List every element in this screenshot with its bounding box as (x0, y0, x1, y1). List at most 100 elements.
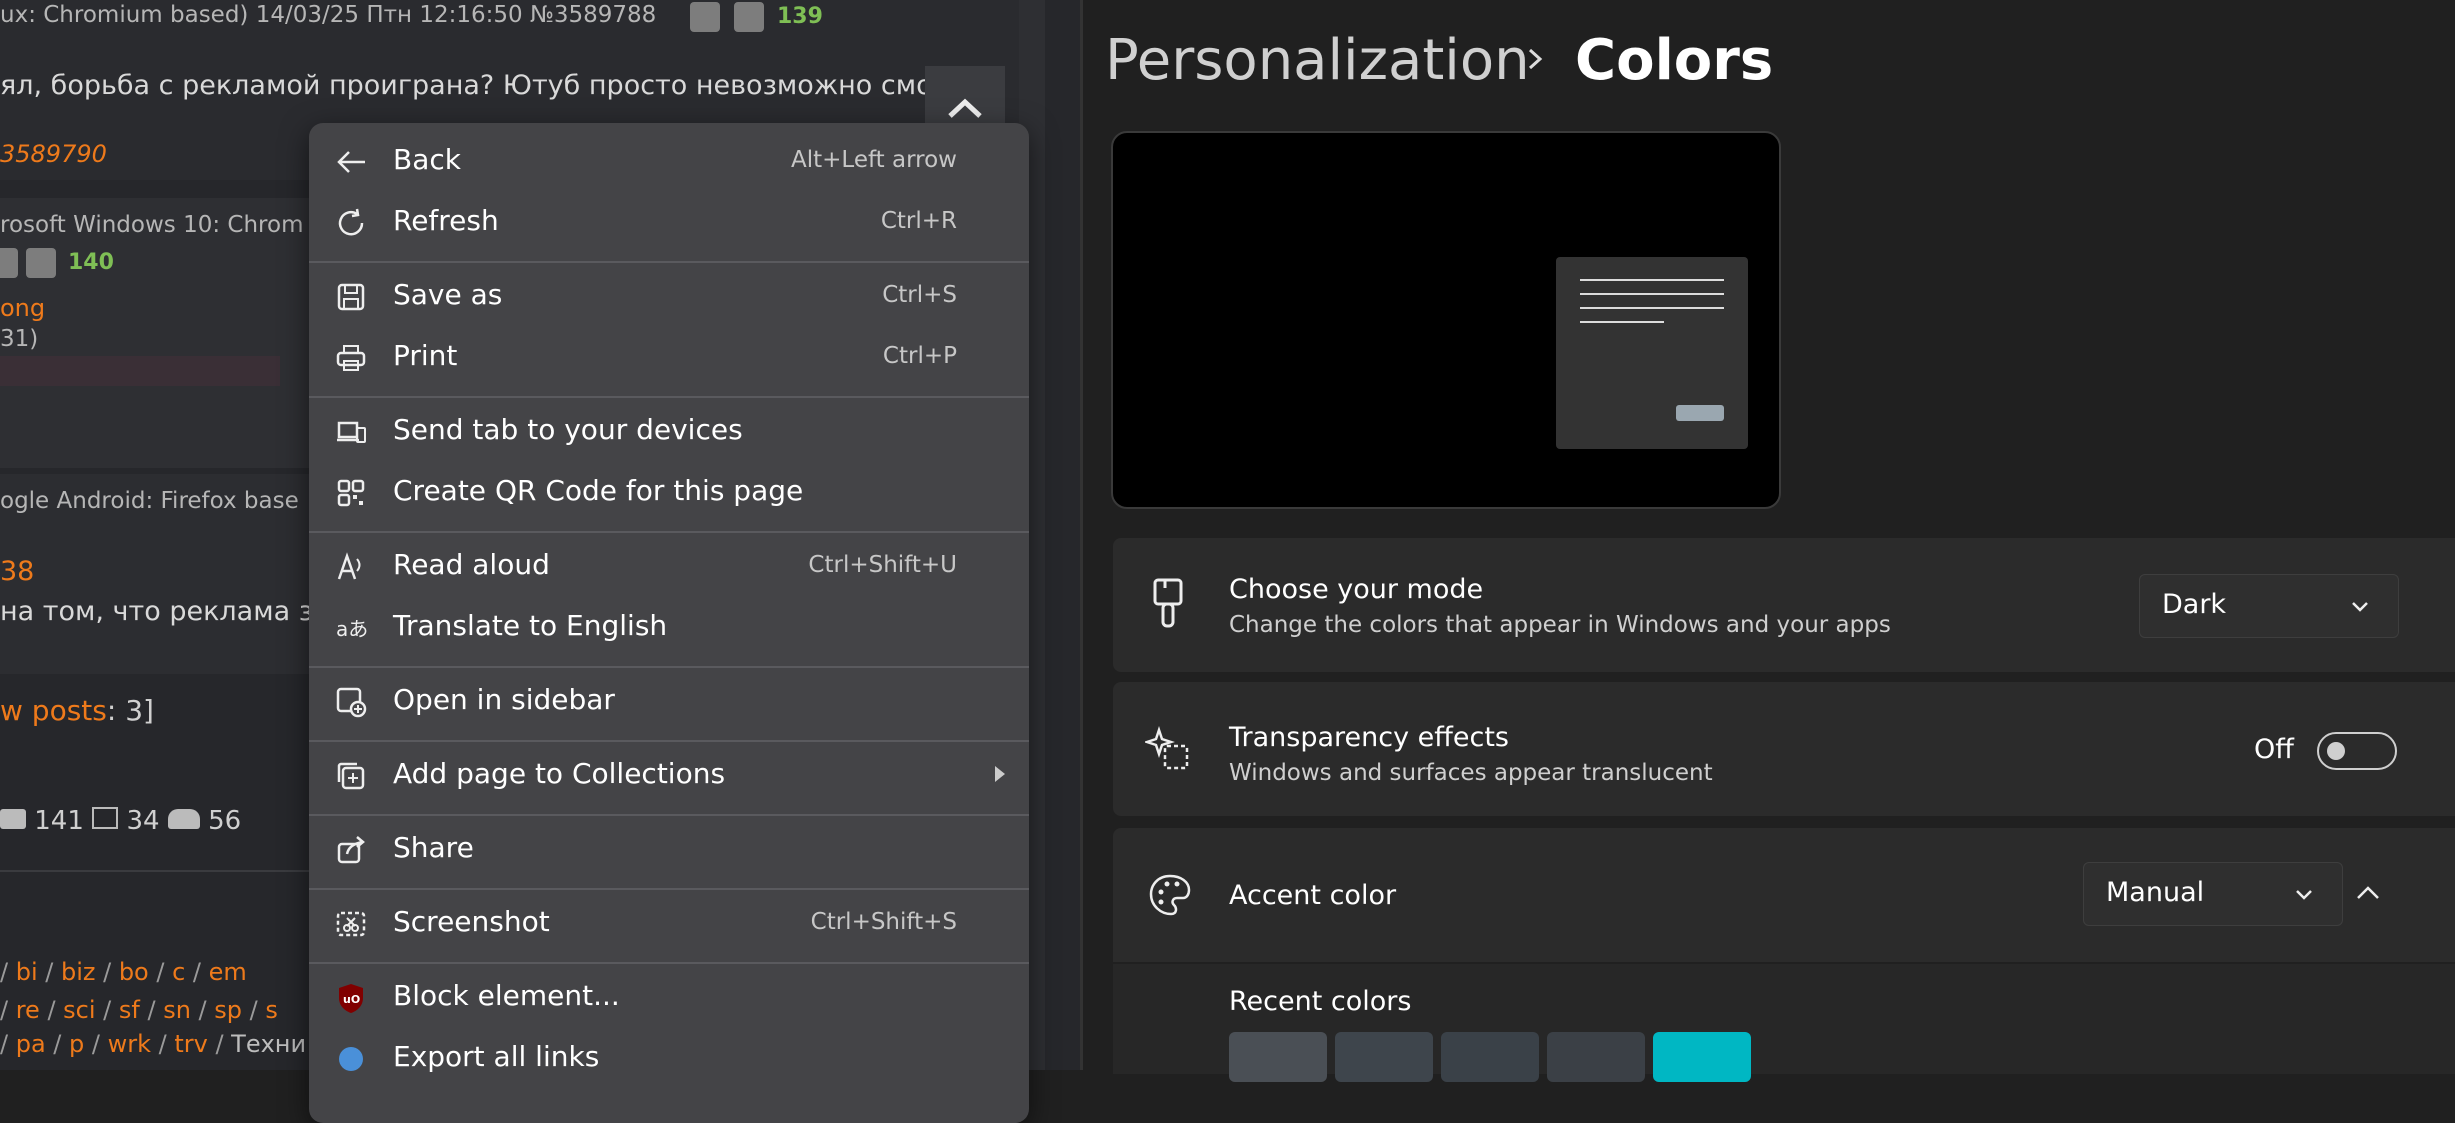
menu-item-label: Open in sidebar (393, 683, 615, 716)
image-count: 34 (126, 806, 160, 836)
board-link[interactable]: bi (16, 958, 38, 986)
nav-separator: / (0, 1030, 16, 1058)
menu-item-read-aloud[interactable]: Read aloud Ctrl+Shift+U (309, 536, 1029, 596)
devices-icon (335, 416, 367, 448)
color-swatch[interactable] (1441, 1032, 1539, 1082)
menu-item-label: Save as (393, 278, 503, 311)
board-link[interactable]: em (209, 958, 247, 986)
board-link[interactable]: p (69, 1030, 84, 1058)
close-icon[interactable] (690, 2, 720, 32)
menu-item-export-all-links[interactable]: Export all links (309, 1028, 1029, 1088)
board-link[interactable]: c (172, 958, 185, 986)
color-swatch[interactable] (1229, 1032, 1327, 1082)
breadcrumb-personalization[interactable]: Personalization (1105, 28, 1530, 93)
nav-separator: / (84, 1030, 108, 1058)
board-link[interactable]: bo (119, 958, 149, 986)
menu-separator (309, 261, 1029, 263)
menu-item-translate-to-english[interactable]: aあ Translate to English (309, 597, 1029, 657)
board-nav-2: / re / sci / sf / sn / sp / s (0, 996, 278, 1024)
nav-separator: / (207, 1030, 232, 1058)
menu-item-add-page-to-collections[interactable]: Add page to Collections (309, 745, 1029, 805)
comment-icon (0, 809, 26, 829)
menu-item-open-in-sidebar[interactable]: Open in sidebar (309, 671, 1029, 731)
menu-item-label: Print (393, 339, 458, 372)
mode-card: Choose your mode Change the colors that … (1113, 538, 2455, 672)
nav-separator: / (95, 996, 119, 1024)
board-link[interactable]: wrk (108, 1030, 151, 1058)
menu-item-shortcut: Ctrl+P (882, 343, 957, 369)
theme-preview (1111, 131, 1781, 509)
close-icon[interactable] (0, 248, 18, 278)
read-aloud-icon (335, 551, 367, 583)
post-1-reply-link[interactable]: 3589790 (0, 140, 107, 168)
menu-separator (309, 814, 1029, 816)
menu-item-send-tab-to-your-devices[interactable]: Send tab to your devices (309, 401, 1029, 461)
board-link[interactable]: sn (163, 996, 191, 1024)
transparency-card: Transparency effects Windows and surface… (1113, 682, 2455, 816)
board-link[interactable]: sp (214, 996, 242, 1024)
new-posts-count: : 3] (106, 694, 154, 727)
menu-item-create-qr-code-for-this-page[interactable]: Create QR Code for this page (309, 462, 1029, 522)
menu-separator (309, 740, 1029, 742)
menu-item-share[interactable]: Share (309, 819, 1029, 879)
nav-separator: / (39, 996, 64, 1024)
board-link[interactable]: trv (174, 1030, 207, 1058)
accent-dropdown-value: Manual (2106, 877, 2205, 908)
menu-item-shortcut: Ctrl+Shift+U (808, 552, 957, 578)
menu-item-label: Refresh (393, 204, 499, 237)
thread-stats: 141 34 56 (0, 806, 241, 836)
menu-item-label: Translate to English (393, 609, 668, 642)
color-swatch[interactable] (1547, 1032, 1645, 1082)
board-link[interactable]: s (265, 996, 278, 1024)
preview-window (1556, 257, 1748, 449)
nav-separator: / (151, 1030, 175, 1058)
users-icon (167, 809, 200, 829)
post-2-name[interactable]: ong (0, 294, 45, 322)
new-posts: w posts: 3] (0, 694, 154, 727)
menu-item-back[interactable]: Back Alt+Left arrow (309, 131, 1029, 191)
menu-item-label: Send tab to your devices (393, 413, 743, 446)
menu-item-label: Read aloud (393, 548, 550, 581)
settings-window: Personalization Colors Choose your mode … (1080, 0, 2455, 1082)
nav-separator: / (37, 958, 61, 986)
board-link[interactable]: sf (119, 996, 140, 1024)
menu-item-block-element[interactable]: uO Block element... (309, 967, 1029, 1027)
new-posts-link[interactable]: w posts (0, 694, 107, 727)
chevron-down-icon (2352, 602, 2368, 612)
menu-item-label: Export all links (393, 1040, 600, 1073)
chevron-up-icon[interactable] (2353, 878, 2383, 908)
mode-dropdown[interactable]: Dark (2139, 574, 2399, 638)
ublock-icon: uO (335, 982, 367, 1014)
play-icon[interactable] (26, 248, 56, 278)
post-1-count: 139 (777, 4, 823, 29)
board-link[interactable]: pa (16, 1030, 46, 1058)
window-divider (1080, 0, 1083, 1070)
menu-item-screenshot[interactable]: Screenshot Ctrl+Shift+S (309, 893, 1029, 953)
menu-item-label: Share (393, 831, 474, 864)
sidebar-icon (335, 686, 367, 718)
menu-item-refresh[interactable]: Refresh Ctrl+R (309, 192, 1029, 252)
menu-item-label: Add page to Collections (393, 757, 726, 790)
sparkle-icon (1145, 726, 1189, 770)
transparency-toggle[interactable] (2317, 732, 2397, 770)
board-link[interactable]: re (16, 996, 40, 1024)
menu-item-print[interactable]: Print Ctrl+P (309, 327, 1029, 387)
play-icon[interactable] (734, 2, 764, 32)
video-thumbnail[interactable] (0, 356, 280, 386)
post-2-meta: rosoft Windows 10: Chrom (0, 212, 304, 238)
menu-item-save-as[interactable]: Save as Ctrl+S (309, 266, 1029, 326)
post-count: 141 (34, 806, 84, 836)
board-link[interactable]: sci (63, 996, 95, 1024)
post-3-number[interactable]: 38 (0, 556, 34, 587)
page-title: Colors (1575, 28, 1774, 93)
menu-item-label: Back (393, 143, 461, 176)
menu-item-shortcut: Ctrl+Shift+S (810, 909, 957, 935)
chevron-down-icon (2296, 890, 2312, 900)
board-link[interactable]: biz (61, 958, 96, 986)
refresh-icon (335, 207, 367, 239)
paintbrush-icon (1153, 578, 1183, 628)
color-swatch[interactable] (1335, 1032, 1433, 1082)
accent-title: Accent color (1229, 880, 1397, 911)
color-swatch[interactable] (1653, 1032, 1751, 1082)
accent-dropdown[interactable]: Manual (2083, 862, 2343, 926)
